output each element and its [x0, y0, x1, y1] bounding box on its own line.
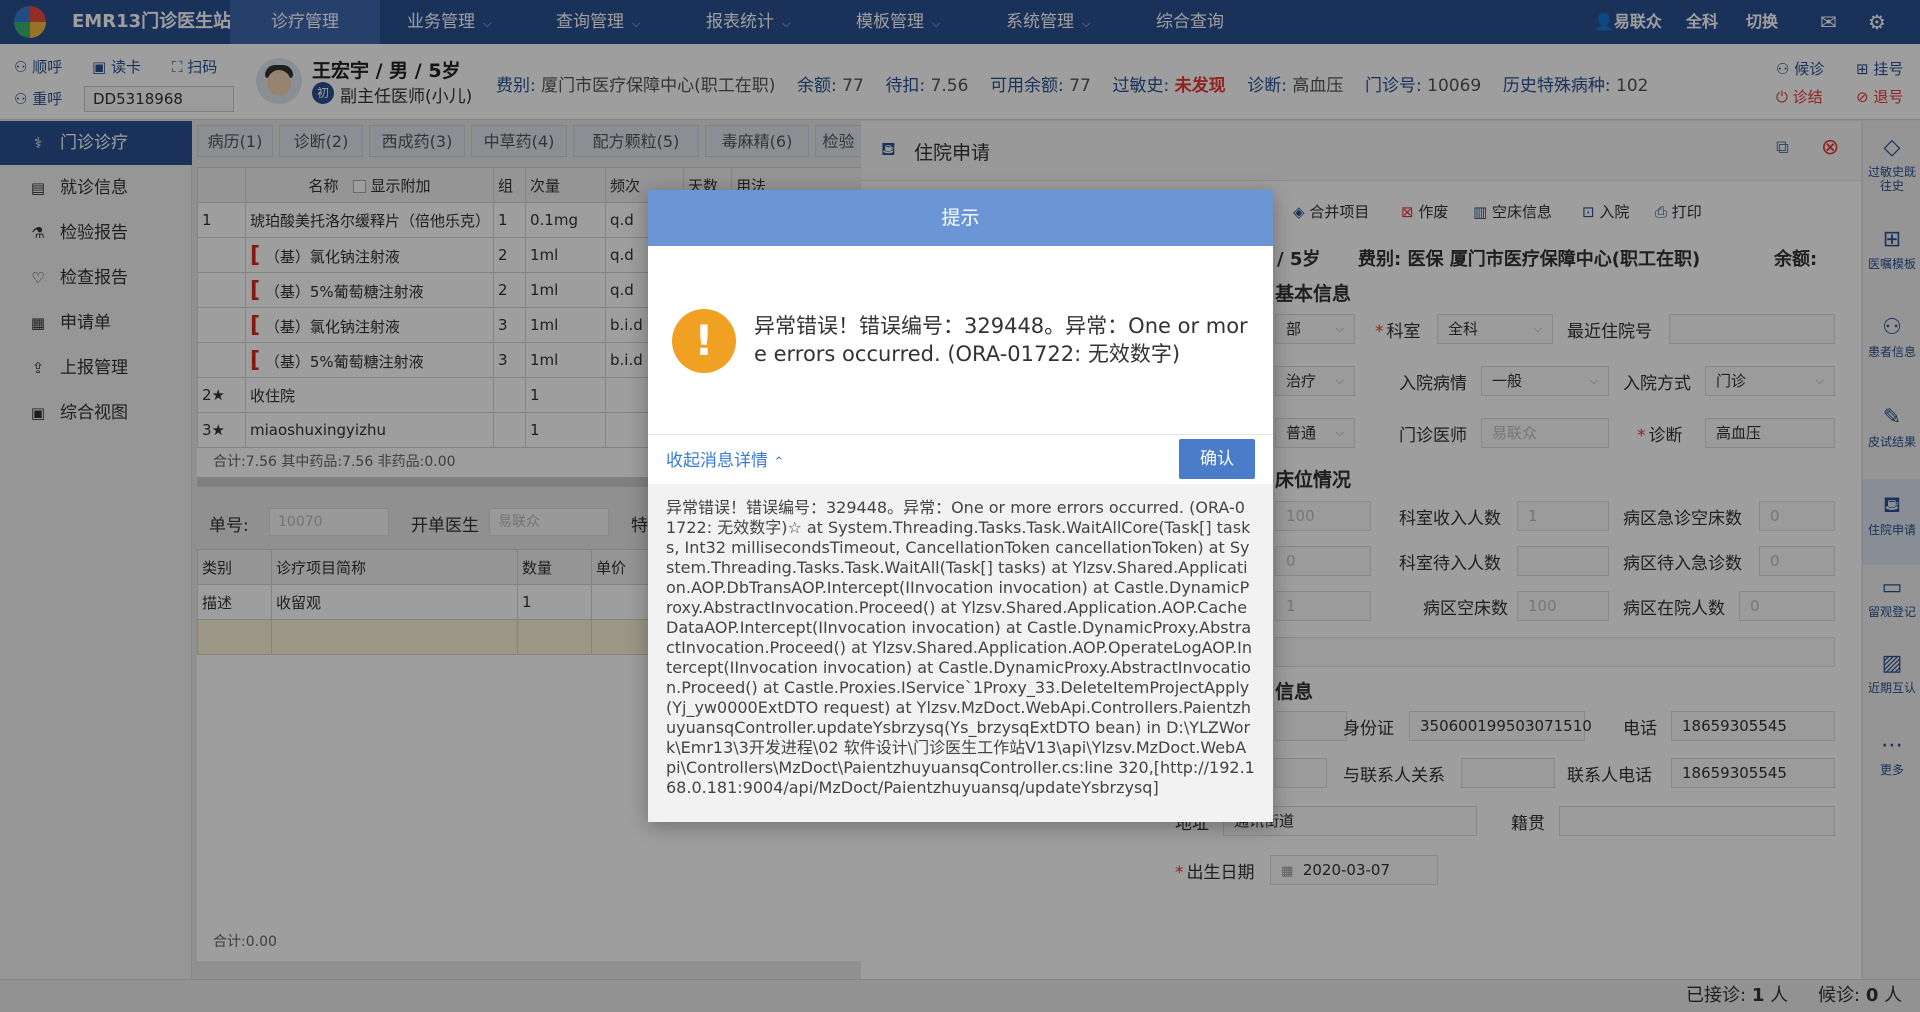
dialog-title: 提示 — [648, 190, 1273, 246]
error-message: 异常错误！错误编号：329448。异常：One or more errors o… — [754, 314, 1248, 366]
collapse-details-link[interactable]: 收起消息详情 ⌃ — [666, 446, 784, 478]
confirm-button[interactable]: 确认 — [1179, 439, 1255, 479]
error-dialog: 提示 ! 异常错误！错误编号：329448。异常：One or more err… — [648, 190, 1273, 822]
error-details: 异常错误！错误编号：329448。异常：One or more errors o… — [648, 484, 1273, 822]
warning-icon: ! — [672, 309, 736, 373]
dialog-divider — [648, 434, 1273, 435]
chevron-up-icon: ⌃ — [773, 455, 785, 470]
